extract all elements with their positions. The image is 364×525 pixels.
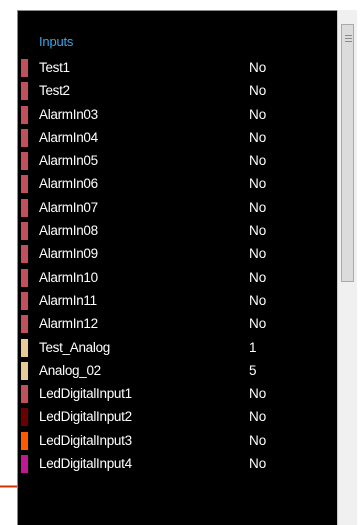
input-name: AlarmIn05: [39, 153, 98, 169]
input-name: AlarmIn06: [39, 176, 98, 192]
input-row[interactable]: AlarmIn06 No: [21, 172, 331, 195]
input-name: AlarmIn04: [39, 129, 98, 145]
vertical-scrollbar[interactable]: [337, 10, 357, 525]
input-value: No: [249, 223, 267, 239]
status-color-swatch: [21, 245, 28, 264]
status-color-swatch: [21, 105, 28, 124]
input-value: 5: [249, 362, 257, 378]
input-value: No: [249, 292, 267, 308]
input-value: No: [249, 106, 267, 122]
input-row[interactable]: AlarmIn05 No: [21, 149, 331, 172]
status-color-swatch: [21, 408, 28, 427]
status-color-swatch: [21, 175, 28, 194]
status-color-swatch: [21, 59, 28, 77]
input-row[interactable]: LedDigitalInput1 No: [21, 382, 331, 405]
status-color-swatch: [21, 385, 28, 404]
input-row[interactable]: AlarmIn11 No: [21, 289, 331, 312]
input-name: LedDigitalInput2: [39, 409, 132, 425]
status-color-swatch: [21, 361, 28, 380]
input-name: LedDigitalInput1: [39, 386, 132, 402]
input-row[interactable]: AlarmIn10 No: [21, 266, 331, 289]
input-value: No: [249, 456, 267, 472]
input-name: AlarmIn03: [39, 106, 98, 122]
input-name: AlarmIn07: [39, 199, 98, 215]
input-name: AlarmIn09: [39, 246, 98, 262]
input-name: Test_Analog: [39, 339, 111, 355]
inputs-list: Test1 No Test2 No AlarmIn03 No AlarmIn04 No Alar…: [21, 56, 331, 475]
input-row[interactable]: LedDigitalInput3 No: [21, 429, 331, 452]
input-name: LedDigitalInput4: [39, 456, 132, 472]
input-value: No: [249, 199, 267, 215]
section-title: Inputs: [39, 34, 74, 49]
input-row[interactable]: AlarmIn09 No: [21, 242, 331, 265]
status-color-swatch: [21, 431, 28, 450]
status-color-swatch: [21, 198, 28, 217]
input-row[interactable]: Analog_02 5: [21, 359, 331, 382]
input-row[interactable]: AlarmIn07 No: [21, 196, 331, 219]
input-row[interactable]: AlarmIn04 No: [21, 126, 331, 149]
input-row[interactable]: LedDigitalInput2 No: [21, 405, 331, 428]
input-name: AlarmIn08: [39, 223, 98, 239]
input-row[interactable]: AlarmIn08 No: [21, 219, 331, 242]
input-value: 1: [249, 339, 257, 355]
input-value: No: [249, 386, 267, 402]
input-row[interactable]: LedDigitalInput4 No: [21, 452, 331, 475]
input-row[interactable]: AlarmIn12 No: [21, 312, 331, 335]
input-value: No: [249, 153, 267, 169]
input-name: LedDigitalInput3: [39, 432, 132, 448]
input-value: No: [249, 83, 267, 99]
status-color-swatch: [21, 222, 28, 241]
status-color-swatch: [21, 128, 28, 147]
status-color-swatch: [21, 338, 28, 357]
input-name: AlarmIn10: [39, 269, 98, 285]
status-color-swatch: [21, 268, 28, 287]
input-name: Test2: [39, 83, 70, 99]
input-name: AlarmIn12: [39, 316, 98, 332]
input-row[interactable]: Test1 No: [21, 56, 331, 79]
inputs-window: Inputs Test1 No Test2 No AlarmIn03 No AlarmIn0…: [0, 0, 364, 525]
input-value: No: [249, 269, 267, 285]
input-value: No: [249, 60, 267, 75]
input-name: Test1: [39, 60, 70, 75]
status-color-swatch: [21, 315, 28, 334]
input-value: No: [249, 176, 267, 192]
scrollbar-thumb[interactable]: [341, 24, 354, 282]
input-row[interactable]: Test_Analog 1: [21, 336, 331, 359]
grip-icon: [345, 35, 352, 42]
status-color-swatch: [21, 455, 28, 474]
input-row[interactable]: Test2 No: [21, 79, 331, 102]
input-name: Analog_02: [39, 362, 101, 378]
input-value: No: [249, 246, 267, 262]
input-name: AlarmIn11: [39, 292, 97, 308]
input-value: No: [249, 316, 267, 332]
input-row[interactable]: AlarmIn03 No: [21, 103, 331, 126]
input-value: No: [249, 409, 267, 425]
input-value: No: [249, 432, 267, 448]
status-color-swatch: [21, 152, 28, 171]
status-color-swatch: [21, 82, 28, 101]
inputs-panel: Inputs Test1 No Test2 No AlarmIn03 No AlarmIn0…: [17, 10, 337, 525]
status-color-swatch: [21, 291, 28, 310]
input-value: No: [249, 129, 267, 145]
